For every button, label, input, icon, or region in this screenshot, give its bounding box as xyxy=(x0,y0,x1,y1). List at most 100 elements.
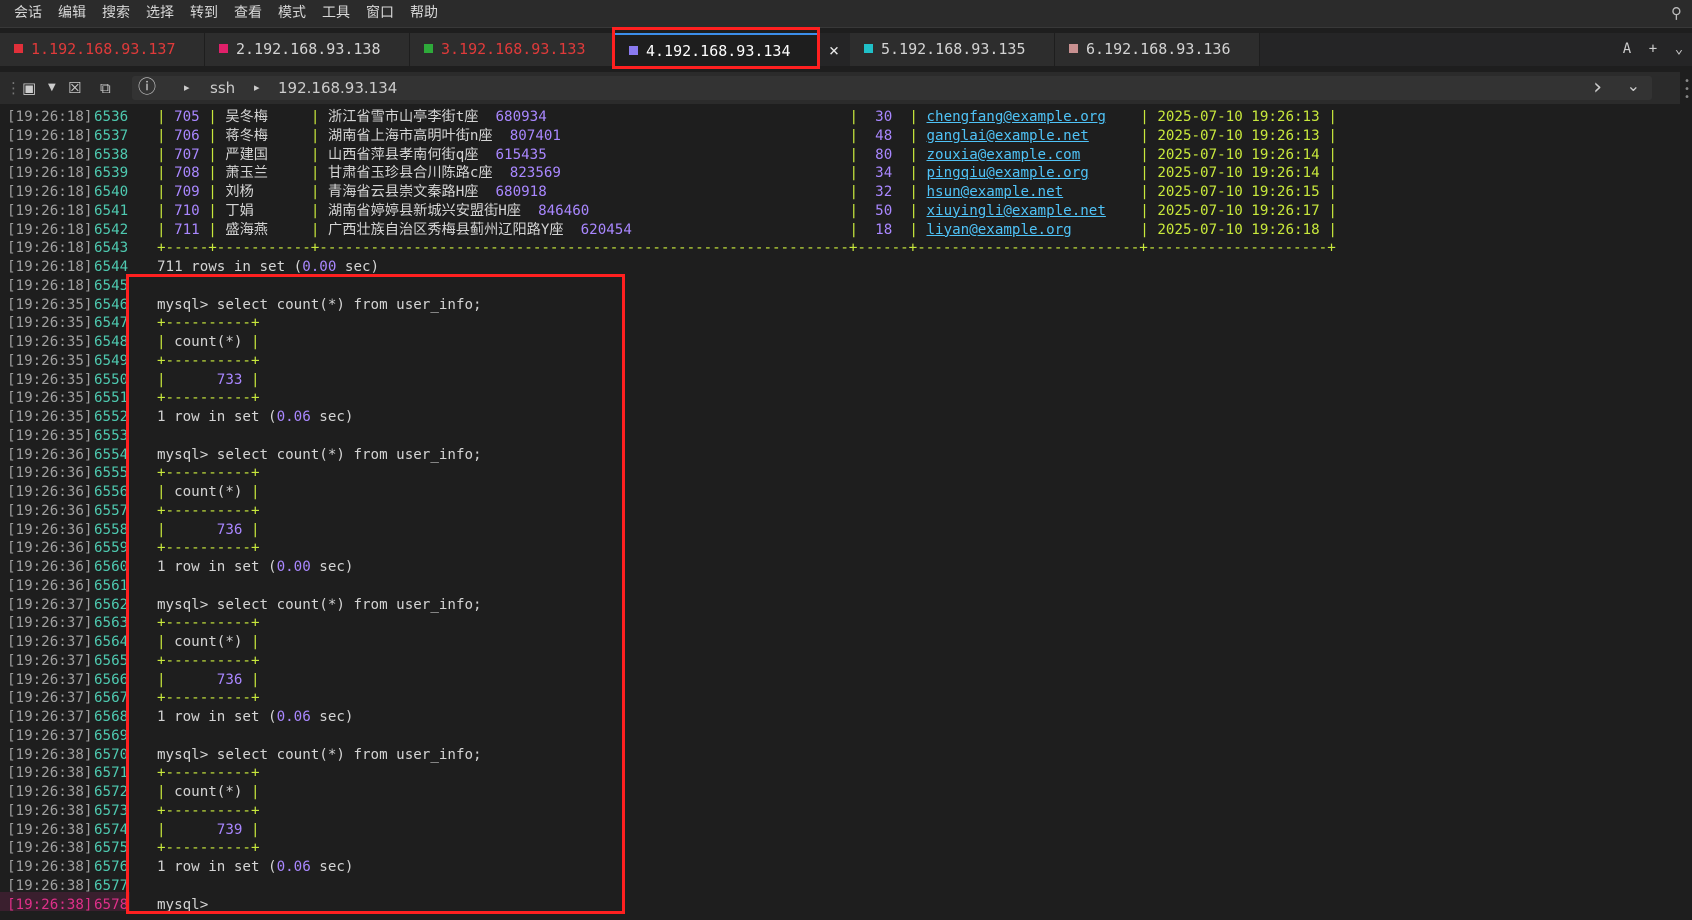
result-border: +----------+ xyxy=(157,802,260,819)
menu-item[interactable]: 转到 xyxy=(182,0,226,27)
cell-email: xiuyingli@example.net xyxy=(926,202,1106,219)
duplicate-session-icon[interactable]: ⧉ xyxy=(100,72,111,104)
line-number: 6565 xyxy=(94,652,129,669)
line-number: 6555 xyxy=(94,465,129,482)
row-in-set: 1 row in set (0.06 sec) xyxy=(157,708,353,727)
result-header: | count(*) | xyxy=(157,483,260,502)
timestamp: [19:26:18] xyxy=(7,165,93,182)
cell-datetime: 2025-07-10 19:26:14 xyxy=(1157,146,1320,163)
cell-age: 48 xyxy=(858,127,893,144)
terminal-line: [19:26:18] 6544 711 rows in set (0.00 sec) xyxy=(0,258,1680,277)
column-name: count(*) xyxy=(174,784,243,800)
tab-bar: 1.192.168.93.137 2.192.168.93.138 3.192.16… xyxy=(0,33,1692,66)
column-name: count(*) xyxy=(174,634,243,650)
cell-zip: 620454 xyxy=(580,221,632,238)
table-border: | xyxy=(1140,202,1149,219)
cell-address-text: 青海省云县崇文秦路H座 xyxy=(328,184,496,200)
chevron-down-icon[interactable]: ⌄ xyxy=(1627,70,1640,102)
chevron-right-icon[interactable]: › xyxy=(1593,72,1602,104)
menu-item[interactable]: 选择 xyxy=(138,0,182,27)
cell-age: 32 xyxy=(858,184,893,200)
timestamp: [19:26:37] xyxy=(7,690,93,707)
sql-text: select count(*) from user_info; xyxy=(208,296,482,313)
menu-item[interactable]: 查看 xyxy=(226,0,270,27)
tab-4[interactable]: 4.192.168.93.134 × xyxy=(615,33,839,66)
table-border: | xyxy=(909,127,918,144)
menu-item[interactable]: 工具 xyxy=(314,0,358,27)
line-number: 6538 xyxy=(94,146,129,163)
terminal-line: [19:26:35] 6550 | 733 | xyxy=(0,371,1680,390)
cell-zip: 823569 xyxy=(509,165,561,182)
terminal-line: [19:26:18] 6545 xyxy=(0,277,1680,296)
result-border: +----------+ xyxy=(157,390,260,407)
menu-item[interactable]: 模式 xyxy=(270,0,314,27)
terminal-output[interactable]: [19:26:18] 6536 | 705 | 吴冬梅 | 浙江省雪市山亭李街t座 68093… xyxy=(0,108,1680,914)
search-icon[interactable]: ⚲ xyxy=(1671,0,1682,27)
tab-5[interactable]: 5.192.168.93.135 xyxy=(850,33,1055,66)
table-border: | xyxy=(1140,127,1149,144)
menu-item[interactable]: 帮助 xyxy=(402,0,446,27)
cell-id: 707 xyxy=(174,146,200,163)
cell-email: zouxia@example.com xyxy=(926,146,1081,163)
result-border: +----------+ xyxy=(157,315,260,332)
cell-zip: 680934 xyxy=(495,109,547,125)
new-session-icon[interactable]: ▣ xyxy=(22,72,36,104)
timestamp: [19:26:38] xyxy=(7,877,93,894)
close-icon[interactable]: × xyxy=(823,35,845,68)
timestamp: [19:26:35] xyxy=(7,371,93,388)
line-number: 6566 xyxy=(94,671,129,688)
drag-handle-icon[interactable]: ⋮ xyxy=(6,72,21,104)
sql-command: mysql> select count(*) from user_info; xyxy=(157,596,482,615)
sql-text: select count(*) from user_info; xyxy=(208,446,482,463)
timestamp: [19:26:18] xyxy=(7,277,93,294)
new-tab-button[interactable]: + xyxy=(1640,33,1666,66)
host-label[interactable]: 192.168.93.134 xyxy=(278,72,397,104)
cell-email: liyan@example.org xyxy=(926,221,1072,238)
table-border: | xyxy=(849,127,859,144)
terminal-line: [19:26:35] 6548 | count(*) | xyxy=(0,333,1680,352)
font-size-button[interactable]: A xyxy=(1614,33,1640,66)
row-in-set-time: 0.00 xyxy=(276,559,311,575)
terminal-line: [19:26:36] 6560 1 row in set (0.00 sec) xyxy=(0,558,1680,577)
menu-item[interactable]: 窗口 xyxy=(358,0,402,27)
table-border: | xyxy=(310,221,320,238)
timestamp: [19:26:35] xyxy=(7,427,93,444)
line-number: 6557 xyxy=(94,502,129,519)
menu-item[interactable]: 搜索 xyxy=(94,0,138,27)
line-number: 6577 xyxy=(94,877,129,894)
line-number: 6550 xyxy=(94,371,129,388)
result-padding xyxy=(166,522,217,538)
table-border: | xyxy=(157,165,166,182)
table-border: | xyxy=(208,202,217,219)
table-border: | xyxy=(310,146,320,163)
cell-email: chengfang@example.org xyxy=(926,109,1106,125)
tab-color-icon xyxy=(14,44,23,53)
table-border: | xyxy=(1328,221,1337,238)
line-number: 6551 xyxy=(94,390,129,407)
row-in-set-prefix: 1 row in set ( xyxy=(157,859,277,875)
line-number: 6552 xyxy=(94,409,129,425)
line-number: 6569 xyxy=(94,727,129,744)
menu-item[interactable]: 会话 xyxy=(0,0,50,27)
terminal-line: [19:26:36] 6559 +----------+ xyxy=(0,539,1680,558)
result-row: | 736 | xyxy=(157,521,260,540)
tab-list-chevron-icon[interactable]: ⌄ xyxy=(1666,33,1692,66)
tab-6[interactable]: 6.192.168.93.136 xyxy=(1055,33,1260,66)
new-session-dropdown-icon[interactable]: ▼ xyxy=(48,72,56,104)
info-icon[interactable]: ⓘ xyxy=(138,72,156,104)
result-row: | 733 | xyxy=(157,371,260,390)
table-border: | xyxy=(1140,184,1149,200)
count-value: 739 xyxy=(216,821,243,838)
timestamp: [19:26:36] xyxy=(7,577,93,594)
timestamp: [19:26:36] xyxy=(7,559,93,575)
close-session-icon[interactable]: ☒ xyxy=(68,72,81,104)
line-number: 6562 xyxy=(94,596,129,613)
tab-2[interactable]: 2.192.168.93.138 xyxy=(205,33,410,66)
timestamp: [19:26:18] xyxy=(7,240,93,257)
sql-text: select count(*) from user_info; xyxy=(208,596,482,613)
mysql-prompt: mysql> xyxy=(157,596,209,613)
tab-3[interactable]: 3.192.168.93.133 xyxy=(410,33,615,66)
tab-1[interactable]: 1.192.168.93.137 xyxy=(0,33,205,66)
vertical-scrollbar[interactable]: • • • xyxy=(1680,72,1692,920)
menu-item[interactable]: 编辑 xyxy=(50,0,94,27)
